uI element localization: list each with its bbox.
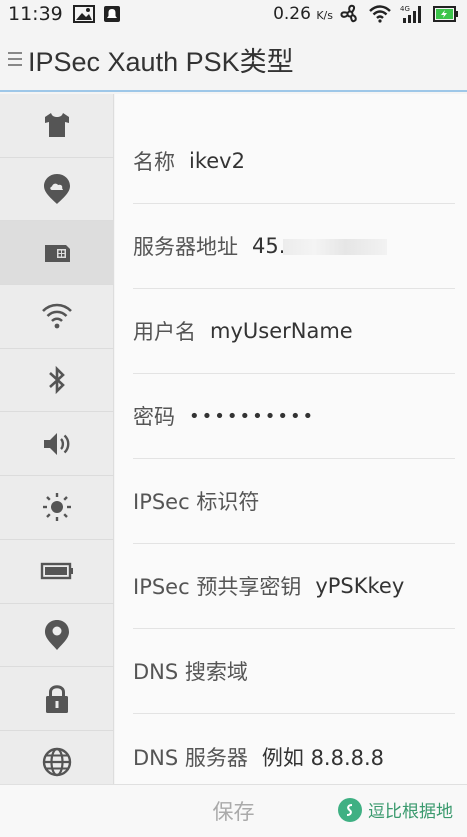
name-value[interactable]: ikev2 — [189, 149, 245, 173]
globe-icon — [42, 748, 72, 777]
watermark: 逗比根据地 — [338, 797, 453, 822]
cloud-pin-icon — [44, 174, 70, 205]
watermark-logo-icon — [338, 797, 362, 822]
theme-shirt-icon — [45, 113, 69, 138]
dns-server-label: DNS 服务器 — [133, 745, 248, 770]
sidebar-item-battery[interactable] — [0, 540, 114, 604]
status-time: 11:39 — [8, 3, 63, 25]
sidebar-item-display[interactable] — [0, 476, 114, 540]
redacted-blur — [283, 239, 388, 255]
sidebar-item-cloud[interactable] — [0, 158, 114, 222]
dns-search-domain-label: DNS 搜索域 — [133, 660, 248, 684]
sidebar-item-wifi[interactable] — [0, 285, 114, 349]
name-label: 名称 — [133, 150, 175, 174]
server-address-field[interactable]: 服务器地址 45. — [133, 204, 455, 289]
name-field[interactable]: 名称 ikev2 — [133, 119, 455, 204]
dns-server-field[interactable]: DNS 服务器 例如 8.8.8.8 — [133, 714, 455, 784]
username-value[interactable]: myUserName — [210, 319, 353, 343]
dns-search-domain-field[interactable]: DNS 搜索域 — [133, 629, 455, 714]
sidebar-item-sim[interactable] — [0, 221, 114, 286]
lock-icon — [46, 684, 68, 713]
menu-icon[interactable] — [0, 27, 28, 91]
ipsec-psk-field[interactable]: IPSec 预共享密钥 yPSKkey — [133, 544, 455, 629]
settings-sidebar — [0, 94, 114, 795]
ipsec-psk-value[interactable]: yPSKkey — [315, 574, 404, 598]
ipsec-psk-label: IPSec 预共享密钥 — [133, 575, 302, 599]
ipsec-identifier-field[interactable]: IPSec 标识符 — [133, 459, 455, 544]
username-field[interactable]: 用户名 myUserName — [133, 289, 455, 374]
server-address-value[interactable]: 45. — [252, 234, 388, 258]
password-label: 密码 — [133, 405, 175, 429]
sim-card-icon — [45, 244, 70, 262]
wifi-status-icon — [369, 5, 391, 23]
status-bar: 11:39 0.26 K/s 4G — [0, 0, 467, 28]
cooling-fan-icon — [339, 4, 361, 24]
bottom-action-bar: 保存 逗比根据地 — [0, 784, 467, 837]
battery-icon — [40, 562, 73, 580]
vpn-config-form: 名称 ikev2 服务器地址 45. 用户名 myUserName 密码 •••… — [115, 94, 467, 784]
sidebar-item-sound[interactable] — [0, 412, 114, 477]
page-title: IPSec Xauth PSK类型 — [28, 46, 294, 77]
location-icon — [45, 619, 69, 650]
server-address-label: 服务器地址 — [133, 235, 238, 259]
volume-icon — [44, 432, 70, 455]
sidebar-item-security[interactable] — [0, 667, 114, 731]
wifi-icon — [42, 304, 72, 329]
bluetooth-icon — [49, 365, 65, 395]
gallery-icon — [72, 5, 95, 23]
password-field[interactable]: 密码 •••••••••• — [133, 374, 455, 459]
brightness-icon — [43, 493, 71, 522]
notification-icon — [103, 5, 121, 23]
sidebar-item-location[interactable] — [0, 604, 114, 668]
sidebar-item-bluetooth[interactable] — [0, 349, 114, 413]
save-button[interactable]: 保存 — [213, 796, 255, 826]
dns-server-placeholder[interactable]: 例如 8.8.8.8 — [262, 742, 384, 772]
sidebar-item-theme[interactable] — [0, 94, 114, 158]
ipsec-identifier-label: IPSec 标识符 — [133, 490, 260, 514]
username-label: 用户名 — [133, 320, 196, 344]
svg-text:4G: 4G — [400, 5, 410, 13]
watermark-text: 逗比根据地 — [368, 802, 453, 822]
signal-4g-icon: 4G — [399, 4, 425, 24]
password-value[interactable]: •••••••••• — [189, 406, 315, 427]
network-speed: 0.26 K/s — [273, 4, 333, 24]
battery-charging-icon — [433, 6, 459, 22]
app-header: IPSec Xauth PSK类型 — [0, 28, 467, 92]
